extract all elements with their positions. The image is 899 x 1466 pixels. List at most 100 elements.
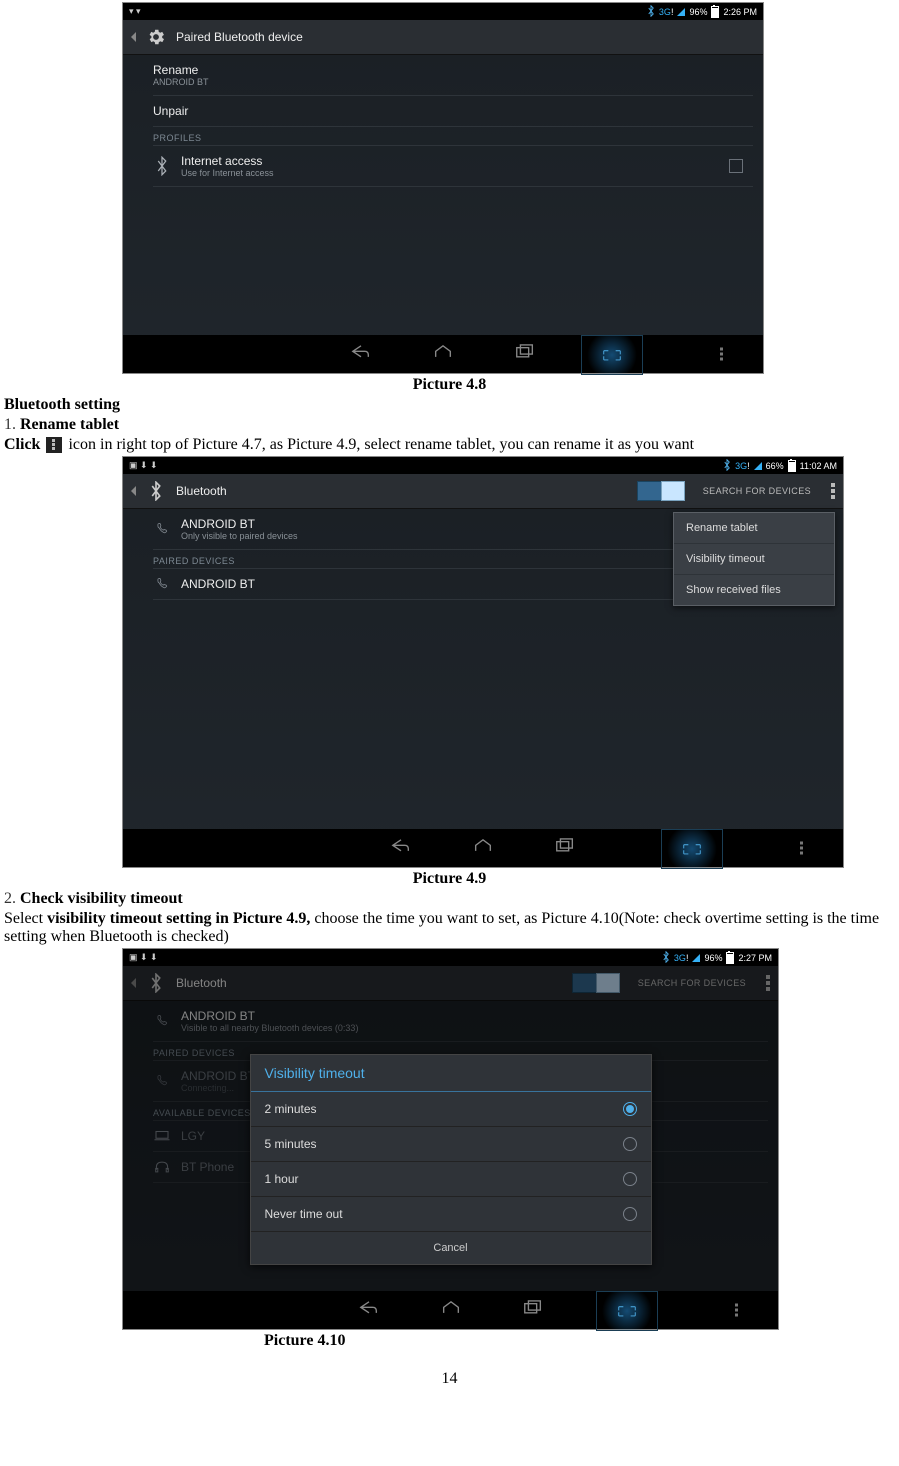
battery-pct: 66% [766, 461, 784, 471]
network-indicator: 3G! [735, 461, 750, 471]
caption-4-8: Picture 4.8 [4, 376, 895, 394]
menu-visibility-timeout[interactable]: Visibility timeout [674, 544, 834, 575]
header-title: Bluetooth [176, 484, 227, 498]
bluetooth-profile-icon [153, 155, 171, 177]
page-number: 14 [4, 1370, 895, 1388]
profile-row-internet[interactable]: Internet access Use for Internet access [153, 146, 753, 187]
profile-name: Internet access [181, 154, 274, 168]
nav-recent-icon[interactable] [554, 838, 576, 858]
signal-icon [677, 8, 685, 16]
option-5-minutes[interactable]: 5 minutes [251, 1127, 651, 1162]
nav-screenshot-icon[interactable] [661, 829, 723, 869]
paired-device-name: ANDROID BT [181, 577, 255, 591]
nav-back-icon[interactable] [390, 838, 412, 858]
clock: 2:26 PM [723, 7, 757, 17]
profile-checkbox[interactable] [729, 159, 743, 173]
unpair-row[interactable]: Unpair [153, 96, 753, 127]
search-devices-button[interactable]: SEARCH FOR DEVICES [703, 486, 811, 496]
status-left-icons: ▣ ⬇ ⬇ [129, 460, 158, 471]
nav-bar [123, 829, 843, 867]
paired-section-label: PAIRED DEVICES [153, 550, 683, 569]
nav-home-icon[interactable] [440, 1300, 462, 1320]
nav-home-icon[interactable] [472, 838, 494, 858]
caption-4-10: Picture 4.10 [264, 1332, 895, 1350]
back-icon[interactable] [131, 486, 136, 496]
overflow-icon [46, 437, 62, 453]
bluetooth-status-icon [647, 5, 655, 19]
nav-screenshot-icon[interactable] [596, 1291, 658, 1331]
app-header: Bluetooth SEARCH FOR DEVICES [123, 474, 843, 509]
battery-pct: 96% [689, 7, 707, 17]
phone-icon [153, 522, 171, 536]
radio-selected-icon [623, 1102, 637, 1116]
paired-device-list: Rename ANDROID BT Unpair PROFILES Intern… [123, 55, 763, 187]
screenshot-4-8: ▾ ▾ 3G! 96% 2:26 PM Paired Bluetooth dev… [122, 2, 764, 374]
overflow-icon[interactable] [831, 489, 835, 493]
self-device-name: ANDROID BT [181, 517, 298, 531]
header-title: Paired Bluetooth device [176, 30, 303, 44]
nav-screenshot-icon[interactable] [581, 335, 643, 375]
status-left-icons: ▣ ⬇ ⬇ [129, 952, 158, 963]
screenshot-4-10: ▣ ⬇ ⬇ 3G! 96% 2:27 PM Bluetooth SEARCH F… [122, 948, 779, 1330]
overflow-menu: Rename tablet Visibility timeout Show re… [673, 512, 835, 606]
clock: 2:27 PM [738, 953, 772, 963]
option-never-time-out[interactable]: Never time out [251, 1197, 651, 1232]
battery-icon [726, 952, 734, 964]
profile-desc: Use for Internet access [181, 168, 274, 178]
signal-icon [754, 462, 762, 470]
settings-icon[interactable] [144, 25, 168, 49]
battery-icon [711, 6, 719, 18]
bluetooth-status-icon [723, 459, 731, 473]
item2-title: Check visibility timeout [20, 890, 183, 907]
network-indicator: 3G! [659, 7, 674, 17]
rename-label: Rename [153, 63, 753, 77]
option-1-hour[interactable]: 1 hour [251, 1162, 651, 1197]
status-bar: ▣ ⬇ ⬇ 3G! 96% 2:27 PM [123, 949, 778, 966]
nav-bar [123, 1291, 778, 1329]
option-2-minutes[interactable]: 2 minutes [251, 1092, 651, 1127]
signal-icon [692, 954, 700, 962]
dialog-cancel-button[interactable]: Cancel [251, 1232, 651, 1264]
self-device-sub: Only visible to paired devices [181, 531, 298, 541]
rename-value: ANDROID BT [153, 77, 753, 87]
visibility-timeout-dialog: Visibility timeout 2 minutes 5 minutes 1… [250, 1054, 652, 1265]
clock: 11:02 AM [800, 461, 837, 471]
radio-icon [623, 1172, 637, 1186]
nav-overflow-icon[interactable] [735, 1309, 738, 1312]
rename-row[interactable]: Rename ANDROID BT [153, 55, 753, 96]
network-indicator: 3G! [674, 953, 689, 963]
paragraph-rename: Click icon in right top of Picture 4.7, … [4, 436, 895, 454]
menu-show-received-files[interactable]: Show received files [674, 575, 834, 605]
phone-icon [153, 577, 171, 591]
nav-bar [123, 335, 763, 373]
back-icon[interactable] [131, 32, 136, 42]
list-item-2: 2. Check visibility timeout [4, 890, 895, 908]
radio-icon [623, 1207, 637, 1221]
nav-home-icon[interactable] [432, 344, 454, 364]
screenshot-4-9: ▣ ⬇ ⬇ 3G! 66% 11:02 AM Bluetooth SEARCH … [122, 456, 844, 868]
bluetooth-setting-heading: Bluetooth setting [4, 396, 895, 414]
status-bar: ▣ ⬇ ⬇ 3G! 66% 11:02 AM [123, 457, 843, 474]
nav-back-icon[interactable] [358, 1300, 380, 1320]
bluetooth-status-icon [662, 951, 670, 965]
list-item-1: 1. Rename tablet [4, 416, 895, 434]
radio-icon [623, 1137, 637, 1151]
nav-recent-icon[interactable] [522, 1300, 544, 1320]
status-bar: ▾ ▾ 3G! 96% 2:26 PM [123, 3, 763, 20]
battery-icon [788, 460, 796, 472]
nav-overflow-icon[interactable] [800, 847, 803, 850]
battery-pct: 96% [704, 953, 722, 963]
caption-4-9: Picture 4.9 [4, 870, 895, 888]
bluetooth-header-icon[interactable] [144, 479, 168, 503]
self-device-row[interactable]: ANDROID BT Only visible to paired device… [153, 509, 683, 550]
profiles-section-label: PROFILES [153, 127, 753, 146]
dialog-title: Visibility timeout [251, 1055, 651, 1092]
item1-title: Rename tablet [20, 416, 119, 433]
app-header: Paired Bluetooth device [123, 20, 763, 55]
nav-back-icon[interactable] [350, 344, 372, 364]
menu-rename-tablet[interactable]: Rename tablet [674, 513, 834, 544]
nav-overflow-icon[interactable] [720, 353, 723, 356]
paired-device-row[interactable]: ANDROID BT [153, 569, 683, 600]
nav-recent-icon[interactable] [514, 344, 536, 364]
bluetooth-toggle[interactable] [637, 481, 685, 501]
